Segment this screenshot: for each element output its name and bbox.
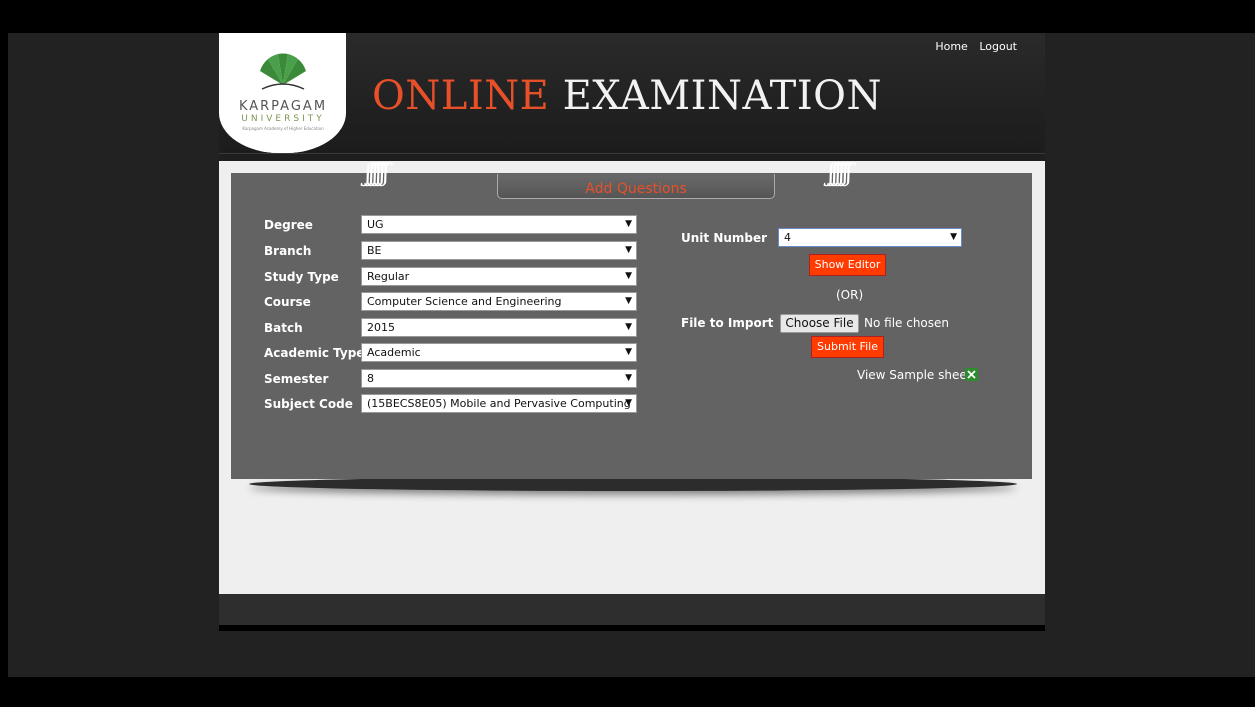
course-label: Course — [264, 295, 311, 309]
degree-label: Degree — [264, 218, 313, 232]
submit-file-button[interactable]: Submit File — [811, 336, 884, 358]
choose-file-button[interactable]: Choose File — [780, 314, 859, 333]
academic-type-value: Academic — [367, 346, 421, 359]
logo-fan-icon — [260, 53, 306, 90]
nav-logout-link[interactable]: Logout — [979, 40, 1017, 53]
page-container: KARPAGAM UNIVERSITY Karpagam Academy of … — [219, 33, 1045, 631]
semester-value: 8 — [367, 372, 374, 385]
title-examination: EXAMINATION — [549, 73, 882, 119]
binder-spiral-left-icon: ʃʃʃʃʃʃ — [365, 159, 389, 187]
unit-number-value: 4 — [784, 231, 791, 244]
page-title: ONLINE EXAMINATION — [372, 73, 882, 119]
chevron-down-icon: ▼ — [625, 347, 632, 357]
chevron-down-icon: ▼ — [625, 373, 632, 383]
header-divider — [219, 153, 1045, 154]
chevron-down-icon: ▼ — [625, 271, 632, 281]
subject-code-value: (15BECS8E05) Mobile and Pervasive Comput… — [367, 397, 631, 410]
binder-spiral-right-icon: ʃʃʃʃʃʃ — [828, 159, 852, 187]
branch-label: Branch — [264, 244, 312, 258]
bottom-letterbox — [0, 677, 1255, 707]
branch-select[interactable]: BE ▼ — [361, 241, 637, 260]
academic-type-label: Academic Type — [264, 346, 365, 360]
show-editor-button[interactable]: Show Editor — [809, 254, 886, 276]
batch-value: 2015 — [367, 321, 395, 334]
subject-code-label: Subject Code — [264, 397, 353, 411]
academic-type-select[interactable]: Academic ▼ — [361, 343, 637, 362]
logo-tagline: Karpagam Academy of Higher Education — [242, 126, 324, 131]
semester-label: Semester — [264, 372, 329, 386]
file-to-import-label: File to Import — [681, 316, 774, 330]
site-footer — [219, 594, 1045, 625]
or-separator: (OR) — [836, 288, 864, 302]
view-sample-sheet-link[interactable]: View Sample sheet — [857, 368, 971, 382]
batch-label: Batch — [264, 321, 303, 335]
study-type-select[interactable]: Regular ▼ — [361, 267, 637, 286]
logo-name: KARPAGAM — [238, 99, 328, 114]
chevron-down-icon: ▼ — [625, 296, 632, 306]
top-letterbox — [0, 0, 1255, 33]
semester-select[interactable]: 8 ▼ — [361, 369, 637, 388]
study-type-label: Study Type — [264, 270, 339, 284]
excel-icon[interactable] — [965, 368, 978, 381]
chevron-down-icon: ▼ — [625, 398, 632, 408]
chevron-down-icon: ▼ — [625, 219, 632, 229]
batch-select[interactable]: 2015 ▼ — [361, 318, 637, 337]
subject-code-select[interactable]: (15BECS8E05) Mobile and Pervasive Comput… — [361, 394, 637, 413]
add-questions-tab: Add Questions — [497, 174, 775, 199]
branch-value: BE — [367, 244, 382, 257]
study-type-value: Regular — [367, 270, 410, 283]
chevron-down-icon: ▼ — [625, 322, 632, 332]
unit-number-label: Unit Number — [681, 231, 768, 245]
panel-shadow — [249, 477, 1017, 491]
site-header: KARPAGAM UNIVERSITY Karpagam Academy of … — [219, 33, 1045, 153]
chevron-down-icon: ▼ — [625, 245, 632, 255]
degree-value: UG — [367, 218, 384, 231]
degree-select[interactable]: UG ▼ — [361, 215, 637, 234]
university-logo[interactable]: KARPAGAM UNIVERSITY Karpagam Academy of … — [219, 33, 346, 153]
tab-title: Add Questions — [585, 181, 687, 197]
course-value: Computer Science and Engineering — [367, 295, 562, 308]
unit-number-select[interactable]: 4 ▼ — [778, 228, 962, 247]
top-nav: Home Logout — [927, 40, 1017, 53]
chevron-down-icon: ▼ — [950, 232, 957, 242]
footer-border — [219, 625, 1045, 631]
file-status-text: No file chosen — [864, 316, 950, 330]
logo-subname: UNIVERSITY — [241, 114, 325, 124]
nav-home-link[interactable]: Home — [935, 40, 967, 53]
title-online: ONLINE — [372, 73, 550, 119]
course-select[interactable]: Computer Science and Engineering ▼ — [361, 292, 637, 311]
